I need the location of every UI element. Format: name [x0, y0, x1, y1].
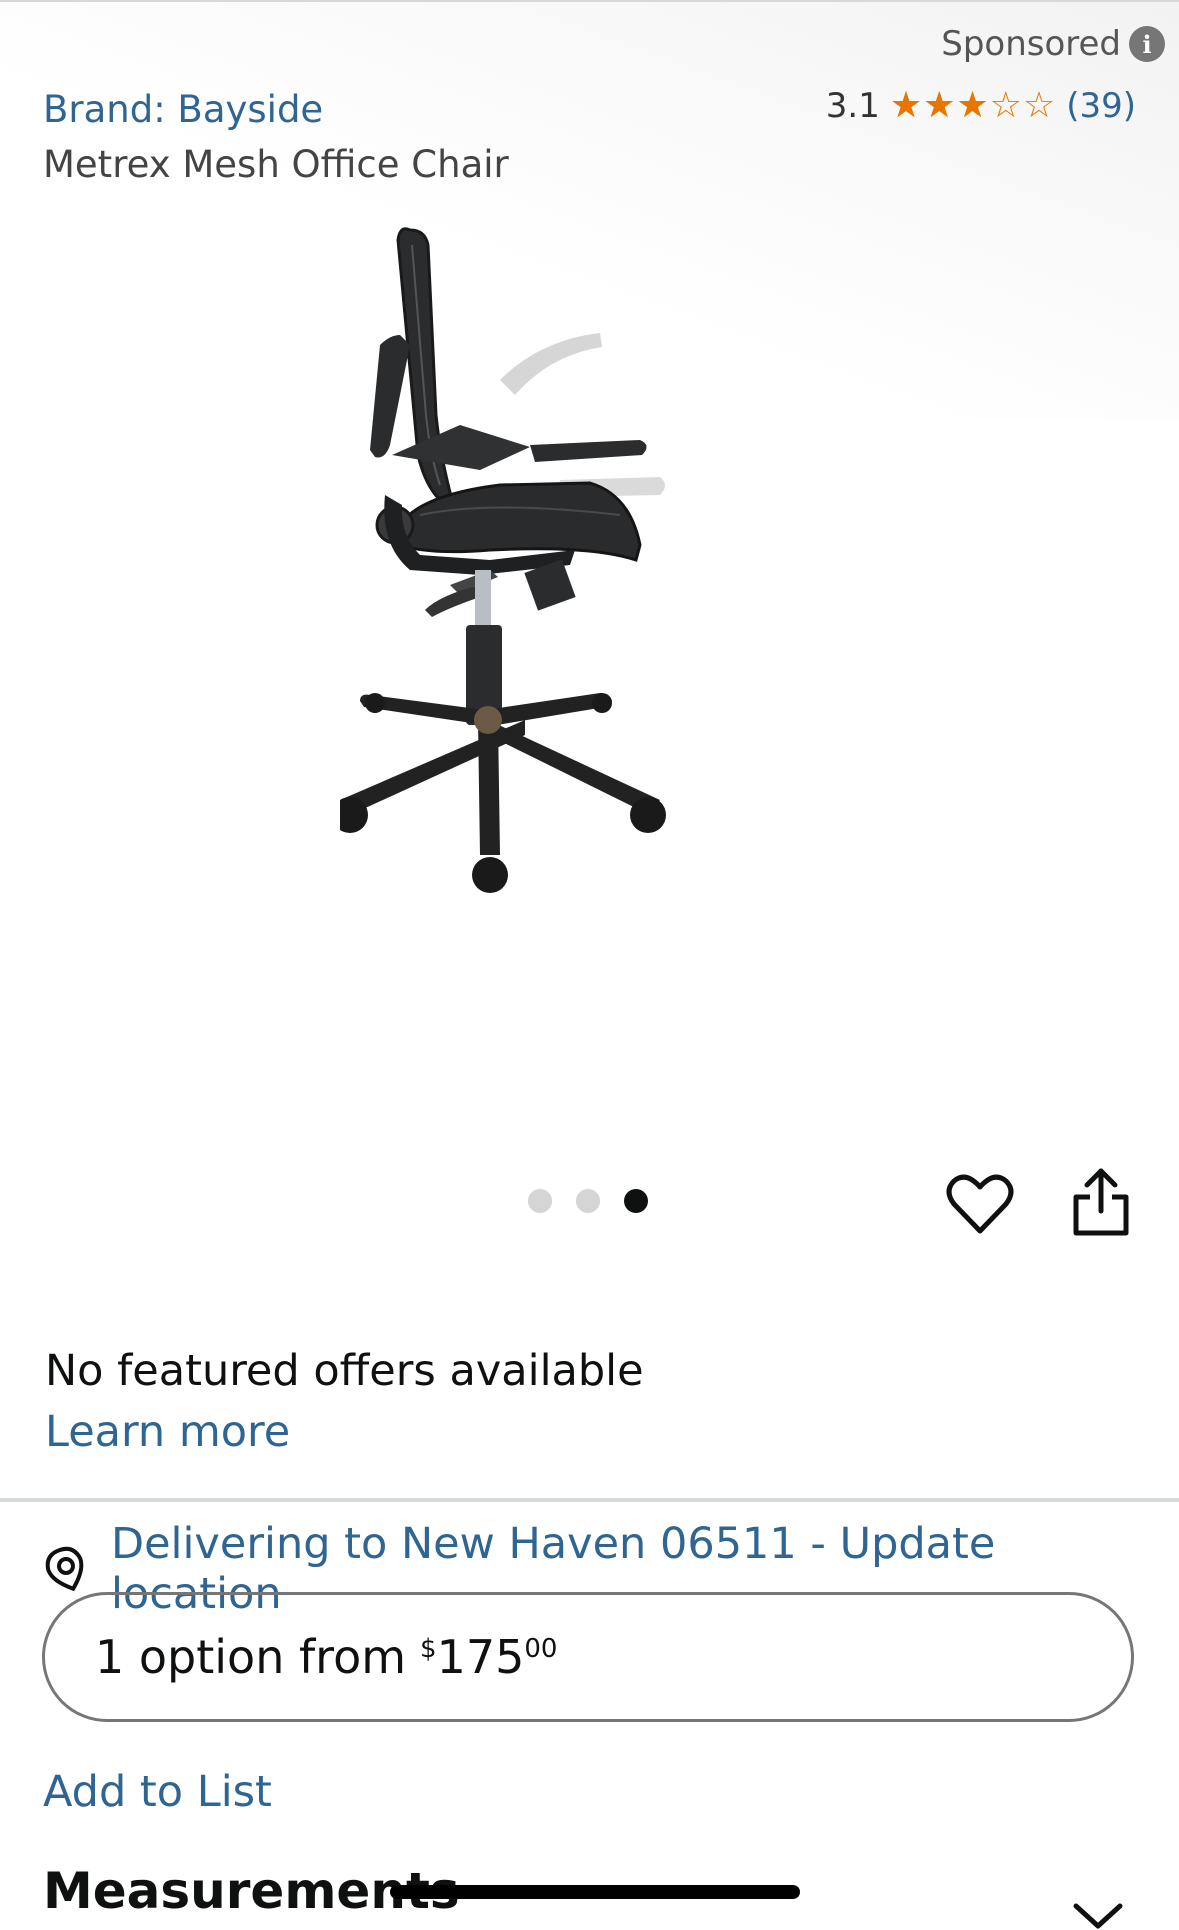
carousel-dot[interactable] — [576, 1189, 600, 1213]
carousel-dot[interactable] — [624, 1189, 648, 1213]
stars-filled: ★★★★★ — [889, 88, 993, 124]
buying-options-button[interactable]: 1 option from $ 175 00 — [42, 1592, 1134, 1722]
no-offers-message: No featured offers available — [45, 1346, 644, 1396]
home-indicator — [390, 1885, 800, 1899]
info-icon[interactable]: i — [1129, 26, 1165, 62]
share-icon[interactable] — [1068, 1167, 1134, 1237]
sponsored-text: Sponsored — [941, 24, 1121, 64]
heart-icon[interactable] — [946, 1171, 1014, 1237]
rating-count[interactable]: (39) — [1066, 86, 1136, 126]
price-fraction: 00 — [524, 1634, 558, 1664]
option-label: 1 option from — [95, 1630, 407, 1684]
top-divider — [0, 0, 1179, 2]
sponsored-label[interactable]: Sponsored i — [941, 24, 1165, 64]
product-title: Metrex Mesh Office Chair — [43, 143, 509, 186]
price-whole: 175 — [436, 1630, 525, 1684]
section-divider — [0, 1498, 1179, 1502]
star-rating-icon: ☆☆☆☆☆ ★★★★★ — [890, 88, 1056, 124]
location-pin-icon — [45, 1546, 84, 1592]
price-currency: $ — [420, 1634, 437, 1664]
learn-more-link[interactable]: Learn more — [45, 1407, 290, 1457]
rating-summary[interactable]: 3.1 ☆☆☆☆☆ ★★★★★ (39) — [826, 86, 1136, 126]
carousel-dot[interactable] — [528, 1189, 552, 1213]
option-price: $ 175 00 — [420, 1630, 557, 1684]
rating-value: 3.1 — [825, 86, 880, 126]
image-carousel-indicator[interactable] — [528, 1189, 648, 1213]
office-chair-image[interactable] — [340, 215, 860, 1075]
brand-link[interactable]: Brand: Bayside — [43, 88, 323, 131]
add-to-list-link[interactable]: Add to List — [43, 1767, 272, 1817]
chevron-down-icon[interactable] — [1068, 1900, 1128, 1930]
